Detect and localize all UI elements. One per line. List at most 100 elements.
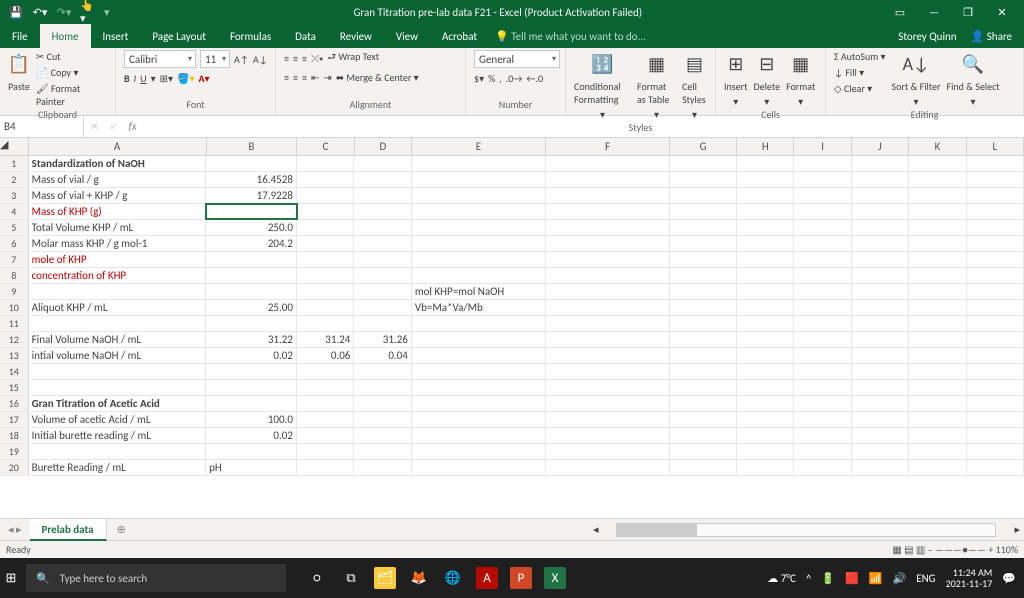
- cell[interactable]: [852, 364, 909, 379]
- cell[interactable]: [794, 444, 851, 459]
- copy-button[interactable]: 📄 Copy ▾: [36, 66, 78, 79]
- cell[interactable]: [297, 220, 354, 235]
- cell[interactable]: [967, 268, 1024, 283]
- col-header-H[interactable]: H: [737, 138, 794, 155]
- minimize-icon[interactable]: —: [926, 4, 942, 20]
- cell[interactable]: [412, 332, 546, 347]
- cell[interactable]: [737, 460, 794, 475]
- user-name[interactable]: Storey Quinn: [898, 30, 956, 43]
- start-button[interactable]: ⊞: [0, 567, 22, 589]
- cancel-formula-icon[interactable]: ✕: [90, 120, 99, 133]
- cell[interactable]: [852, 316, 909, 331]
- cell[interactable]: 100.0: [206, 412, 297, 427]
- zoom-level[interactable]: 110%: [996, 543, 1018, 556]
- shrink-font-icon[interactable]: A↓: [253, 53, 268, 66]
- cell[interactable]: [546, 252, 670, 267]
- align-bottom-icon[interactable]: ≡: [302, 52, 307, 65]
- autosum-button[interactable]: Σ AutoSum ▾: [834, 50, 886, 63]
- cell[interactable]: 25.00: [206, 300, 297, 315]
- view-break-icon[interactable]: ▥: [916, 543, 925, 556]
- font-select[interactable]: Calibri: [124, 50, 196, 68]
- col-header-K[interactable]: K: [909, 138, 966, 155]
- cell[interactable]: [412, 460, 546, 475]
- cell[interactable]: [354, 220, 411, 235]
- cell[interactable]: [670, 188, 737, 203]
- firefox-icon[interactable]: 🦊: [408, 567, 430, 589]
- share-button[interactable]: 👤 Share: [971, 30, 1012, 43]
- cell[interactable]: [670, 236, 737, 251]
- wifi-icon[interactable]: 📶: [869, 572, 883, 585]
- cell[interactable]: [546, 364, 670, 379]
- cell[interactable]: [670, 332, 737, 347]
- cell[interactable]: [909, 380, 966, 395]
- number-format-select[interactable]: General: [474, 50, 560, 68]
- cell[interactable]: [852, 428, 909, 443]
- cell[interactable]: [794, 156, 851, 171]
- cell[interactable]: [297, 172, 354, 187]
- row-header[interactable]: 14: [0, 364, 29, 379]
- format-painter-button[interactable]: 🖌 Format Painter: [36, 82, 107, 108]
- cell[interactable]: [909, 172, 966, 187]
- explorer-icon[interactable]: 🗂: [374, 567, 396, 589]
- row-header[interactable]: 1: [0, 156, 29, 171]
- cell[interactable]: [794, 380, 851, 395]
- row-header[interactable]: 15: [0, 380, 29, 395]
- cell[interactable]: [909, 444, 966, 459]
- cell[interactable]: [670, 172, 737, 187]
- cell[interactable]: [967, 220, 1024, 235]
- col-header-I[interactable]: I: [794, 138, 851, 155]
- acrobat-icon[interactable]: A: [476, 567, 498, 589]
- tell-me[interactable]: 💡 Tell me what you want to do...: [489, 30, 886, 43]
- tray-chevron-icon[interactable]: ^: [806, 572, 811, 585]
- cell[interactable]: [206, 204, 297, 219]
- sheet-tab-prelab[interactable]: Prelab data: [30, 519, 107, 541]
- cell[interactable]: [852, 220, 909, 235]
- col-header-E[interactable]: E: [412, 138, 546, 155]
- cell[interactable]: [737, 348, 794, 363]
- cell[interactable]: [412, 220, 546, 235]
- cell[interactable]: [909, 284, 966, 299]
- cell[interactable]: [297, 412, 354, 427]
- cell[interactable]: [737, 412, 794, 427]
- cell[interactable]: 31.26: [354, 332, 411, 347]
- cell[interactable]: Burette Reading / mL: [29, 460, 206, 475]
- cell[interactable]: 17.9228: [206, 188, 297, 203]
- indent-inc-icon[interactable]: ⇥: [323, 71, 331, 84]
- cell[interactable]: [297, 188, 354, 203]
- app-tray-icon[interactable]: 🟥: [845, 572, 859, 585]
- zoom-out-button[interactable]: – ———●——: [928, 543, 989, 556]
- col-header-G[interactable]: G: [670, 138, 737, 155]
- orientation-icon[interactable]: ⤬▾: [311, 52, 323, 65]
- cell[interactable]: [909, 204, 966, 219]
- cell[interactable]: [852, 412, 909, 427]
- cell[interactable]: [909, 300, 966, 315]
- cell[interactable]: [852, 204, 909, 219]
- cell[interactable]: [546, 380, 670, 395]
- cell[interactable]: [297, 268, 354, 283]
- cell[interactable]: [794, 204, 851, 219]
- cell[interactable]: [670, 252, 737, 267]
- cell[interactable]: [967, 348, 1024, 363]
- cell[interactable]: [670, 204, 737, 219]
- wrap-text-button[interactable]: ⮐ Wrap Text: [327, 50, 379, 67]
- cell[interactable]: [852, 284, 909, 299]
- cell[interactable]: [297, 396, 354, 411]
- cell[interactable]: [737, 300, 794, 315]
- tab-home[interactable]: Home: [40, 24, 91, 48]
- cell[interactable]: [354, 188, 411, 203]
- cell[interactable]: [909, 252, 966, 267]
- cell[interactable]: [967, 172, 1024, 187]
- cell[interactable]: [967, 316, 1024, 331]
- cell[interactable]: [794, 396, 851, 411]
- cell[interactable]: Vb=Ma*Va/Mb: [412, 300, 546, 315]
- new-sheet-button[interactable]: ⊕: [107, 523, 136, 536]
- cell[interactable]: [670, 156, 737, 171]
- align-right-icon[interactable]: ≡: [302, 71, 307, 84]
- underline-button[interactable]: U: [140, 72, 146, 85]
- cell[interactable]: 0.06: [297, 348, 354, 363]
- cell[interactable]: [909, 188, 966, 203]
- cell[interactable]: [852, 172, 909, 187]
- align-top-icon[interactable]: ≡: [284, 52, 289, 65]
- cell-styles-button[interactable]: ▤Cell Styles▾: [682, 50, 707, 121]
- cell[interactable]: [297, 444, 354, 459]
